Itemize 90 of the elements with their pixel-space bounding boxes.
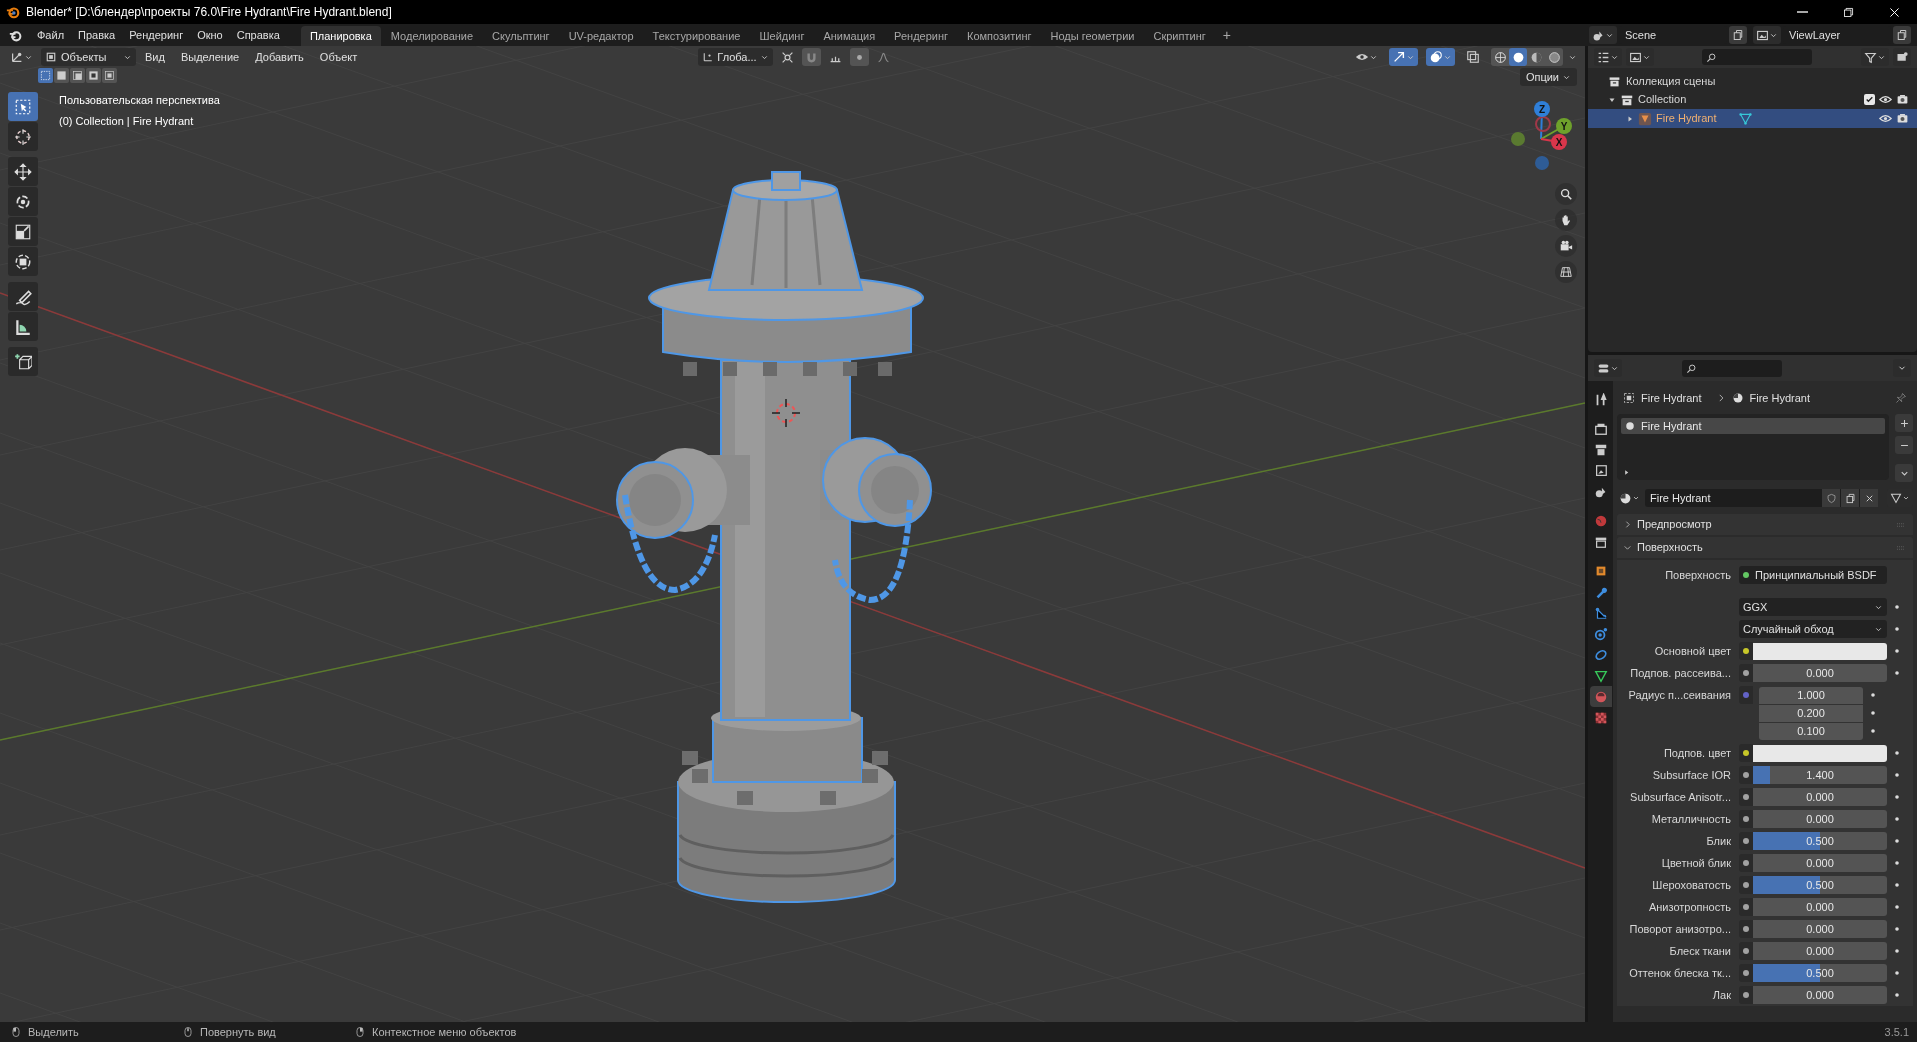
dropdown-value: GGX bbox=[1743, 599, 1769, 615]
value-slider[interactable]: 0.500 bbox=[1753, 964, 1887, 982]
dropdown[interactable]: Случайный обход bbox=[1739, 620, 1887, 638]
version-label: 3.5.1 bbox=[1884, 1024, 1910, 1040]
dropdown[interactable]: GGX bbox=[1739, 598, 1887, 616]
shader-selector[interactable]: Принципиальный BSDF bbox=[1739, 566, 1887, 584]
status-hint: Повернуть вид bbox=[200, 1024, 276, 1040]
menu-item[interactable]: Справка bbox=[229, 25, 287, 45]
workspace-tab[interactable]: Композитинг bbox=[958, 26, 1041, 46]
outliner-label: Коллекция сцены bbox=[1626, 73, 1716, 89]
property-label: Блик bbox=[1705, 833, 1732, 849]
property-label: Подпов. цвет bbox=[1662, 745, 1732, 761]
property-label: Подпов. рассеива... bbox=[1629, 665, 1732, 681]
options-dropdown[interactable]: Опции bbox=[1519, 68, 1577, 86]
panel-header[interactable]: Поверхность bbox=[1617, 537, 1913, 558]
workspace-tab[interactable]: Текстурирование bbox=[643, 26, 750, 46]
workspace-tab[interactable]: UV-редактор bbox=[559, 26, 643, 46]
property-label: Лак bbox=[1711, 987, 1732, 1003]
menu-item[interactable]: Добавить bbox=[248, 48, 311, 66]
value-slider[interactable]: 0.500 bbox=[1753, 832, 1887, 850]
property-label: Основной цвет bbox=[1653, 643, 1732, 659]
value-slider[interactable]: 0.000 bbox=[1753, 810, 1887, 828]
material-slot-label: Fire Hydrant bbox=[1641, 418, 1702, 434]
value-slider[interactable]: 1.400 bbox=[1753, 766, 1887, 784]
outliner-row[interactable]: Fire Hydrant bbox=[1588, 109, 1917, 128]
property-label: Шероховатость bbox=[1651, 877, 1732, 893]
menu-item[interactable]: Окно bbox=[190, 25, 230, 45]
workspace-tab[interactable]: Планировка bbox=[300, 26, 381, 46]
property-label: Блеск ткани bbox=[1668, 943, 1732, 959]
orientation-dropdown[interactable]: Глоба... bbox=[698, 48, 773, 66]
value-slider[interactable]: 0.000 bbox=[1753, 788, 1887, 806]
status-hint: Контекстное меню объектов bbox=[372, 1024, 517, 1040]
property-label: Поворот анизотро... bbox=[1628, 921, 1732, 937]
menu-item[interactable]: Объект bbox=[312, 48, 365, 66]
outliner-label: Fire Hydrant bbox=[1656, 111, 1717, 127]
breadcrumb-item: Fire Hydrant bbox=[1749, 390, 1811, 406]
mode-label: Объекты bbox=[61, 49, 108, 65]
menu-item[interactable]: Правка bbox=[71, 25, 123, 45]
options-label: Опции bbox=[1525, 69, 1559, 85]
property-label: Металличность bbox=[1650, 811, 1732, 827]
axis-label: X bbox=[1555, 137, 1563, 148]
workspace-tab[interactable]: Ноды геометрии bbox=[1041, 26, 1144, 46]
menu-item[interactable]: Рендеринг bbox=[122, 25, 191, 45]
workspace-tab[interactable]: Анимация bbox=[814, 26, 885, 46]
vector-field[interactable]: 0.200 bbox=[1759, 704, 1863, 722]
view-name: Пользовательская перспектива bbox=[59, 93, 220, 108]
panel-header[interactable]: Предпросмотр bbox=[1617, 514, 1913, 535]
outliner-label: Collection bbox=[1638, 92, 1687, 108]
value-slider[interactable]: 0.000 bbox=[1753, 854, 1887, 872]
status-hint: Выделить bbox=[28, 1024, 79, 1040]
workspace-tab[interactable]: Моделирование bbox=[381, 26, 483, 46]
outliner-row[interactable]: Collection bbox=[1588, 90, 1917, 109]
panel-title: Поверхность bbox=[1637, 540, 1704, 556]
workspace-tab[interactable]: Рендеринг bbox=[885, 26, 958, 46]
menu-item[interactable]: Выделение bbox=[173, 48, 247, 66]
axis-label: Y bbox=[1560, 121, 1568, 132]
shader-name: Принципиальный BSDF bbox=[1755, 567, 1877, 583]
outliner-row[interactable]: Коллекция сцены bbox=[1588, 72, 1917, 90]
value-slider[interactable]: 0.000 bbox=[1753, 942, 1887, 960]
property-label: Анизотропность bbox=[1647, 899, 1732, 915]
add-workspace-button[interactable]: + bbox=[1215, 24, 1238, 46]
dropdown-value: Случайный обход bbox=[1743, 621, 1835, 637]
value-slider[interactable]: 0.000 bbox=[1753, 920, 1887, 938]
value-slider[interactable]: 0.500 bbox=[1753, 876, 1887, 894]
value-slider[interactable]: 0.000 bbox=[1753, 986, 1887, 1004]
material-name-field[interactable]: Fire Hydrant bbox=[1645, 489, 1878, 507]
workspace-tab[interactable]: Скульптинг bbox=[483, 26, 559, 46]
value-slider[interactable]: 0.000 bbox=[1753, 898, 1887, 916]
property-label: Цветной блик bbox=[1660, 855, 1732, 871]
breadcrumb-item: Fire Hydrant bbox=[1641, 390, 1702, 406]
value-slider[interactable]: 0.000 bbox=[1753, 664, 1887, 682]
property-label: Subsurface IOR bbox=[1651, 767, 1732, 783]
orientation-label: Глоба... bbox=[717, 49, 757, 65]
property-label: Оттенок блеска тк... bbox=[1628, 965, 1732, 981]
property-label: Радиус п...сеивания bbox=[1627, 687, 1732, 703]
material-slot[interactable]: Fire Hydrant bbox=[1621, 418, 1885, 434]
mode-dropdown[interactable]: Объекты bbox=[41, 48, 136, 66]
vector-field[interactable]: 0.100 bbox=[1759, 722, 1863, 740]
vector-field[interactable]: 1.000 bbox=[1759, 686, 1863, 704]
material-name: Fire Hydrant bbox=[1649, 490, 1712, 506]
axis-label: Z bbox=[1538, 104, 1546, 115]
panel-title: Предпросмотр bbox=[1637, 517, 1713, 533]
property-label: Поверхность bbox=[1664, 567, 1732, 583]
menu-item[interactable]: Вид bbox=[138, 48, 172, 66]
menu-item[interactable]: Файл bbox=[30, 25, 72, 45]
workspace-tab[interactable]: Скриптинг bbox=[1144, 26, 1215, 46]
object-info: (0) Collection | Fire Hydrant bbox=[59, 113, 195, 129]
workspace-tab[interactable]: Шейдинг bbox=[750, 26, 814, 46]
property-label: Subsurface Anisotr... bbox=[1629, 789, 1732, 805]
window-title: Blender* [D:\блендер\проекты 76.0\Fire Hydrant\Fire Hydrant.blend] bbox=[26, 4, 392, 21]
